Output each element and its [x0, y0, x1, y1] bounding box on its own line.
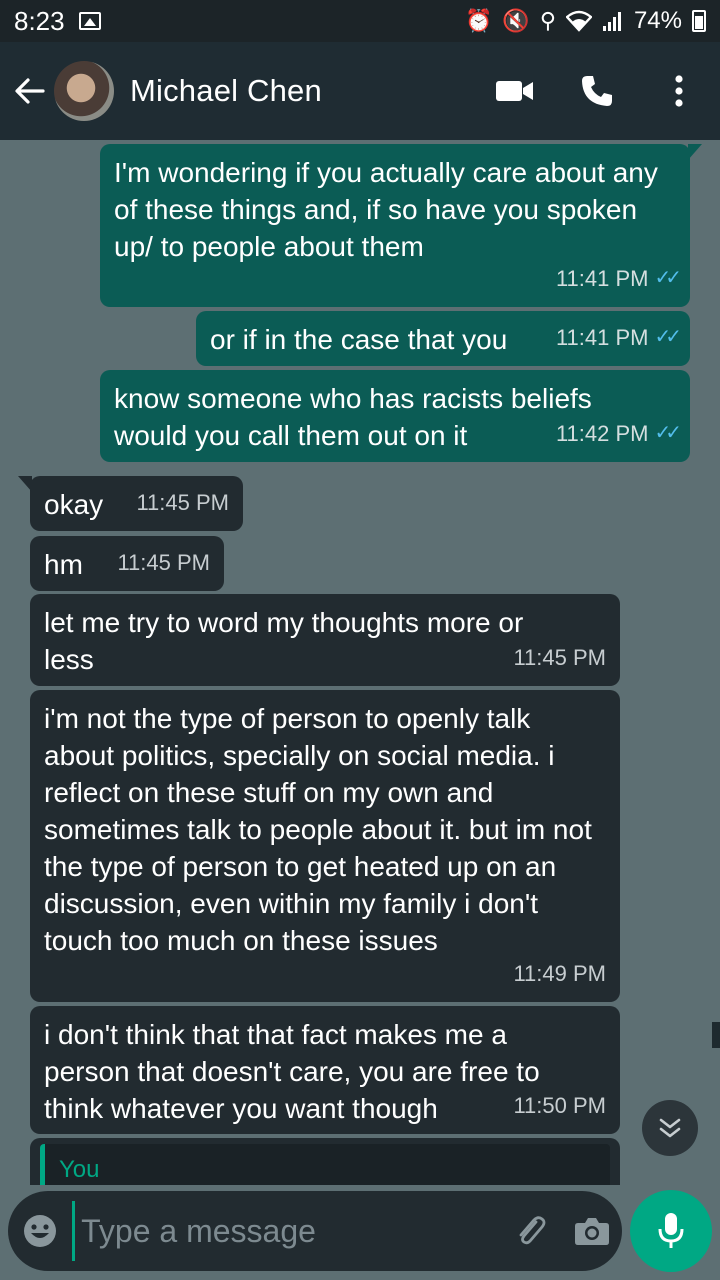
status-icons: ⏰ 🔇 ⚲ 74% — [465, 7, 706, 35]
message-time: 11:45 PM — [117, 550, 210, 575]
contact-name[interactable]: Michael Chen — [130, 73, 322, 109]
message-bubble-incoming[interactable]: i'm not the type of person to openly tal… — [30, 690, 620, 1002]
emoji-icon — [24, 1215, 57, 1247]
read-receipt-icon: ✓✓ — [654, 422, 681, 444]
header-actions — [474, 42, 720, 140]
message-text: let me try to word my thoughts more or l… — [44, 607, 524, 675]
message-time: 11:49 PM — [513, 961, 606, 986]
message-bubble-outgoing[interactable]: or if in the case that you 11:41 PM ✓✓ — [196, 311, 690, 366]
video-camera-icon — [496, 81, 533, 101]
message-time: 11:45 PM — [513, 645, 606, 670]
image-notification-icon — [78, 12, 101, 30]
quoted-message[interactable]: You — [40, 1144, 610, 1185]
quoted-reply-bubble[interactable]: You — [30, 1138, 620, 1185]
scroll-indicator[interactable] — [712, 1022, 720, 1048]
message-time: 11:41 PM — [555, 325, 649, 350]
attach-button[interactable] — [501, 1191, 561, 1271]
message-bubble-outgoing[interactable]: know someone who has racists beliefs wou… — [100, 370, 690, 462]
status-time: 8:23 — [14, 5, 65, 36]
battery-percent: 74% — [633, 7, 682, 34]
more-vertical-icon — [675, 75, 683, 107]
message-time: 11:41 PM — [555, 266, 649, 291]
message-bubble-incoming[interactable]: okay 11:45 PM — [18, 476, 243, 531]
scroll-to-bottom-button[interactable] — [642, 1100, 698, 1156]
contact-avatar[interactable] — [54, 61, 114, 121]
back-arrow-icon — [15, 78, 45, 104]
double-chevron-down-icon — [659, 1118, 681, 1138]
camera-icon — [574, 1218, 609, 1245]
video-call-button[interactable] — [474, 42, 556, 140]
message-text: i don't think that that fact makes me a … — [44, 1019, 540, 1124]
battery-icon — [692, 10, 706, 32]
read-receipt-icon: ✓✓ — [654, 326, 681, 348]
message-bubble-incoming[interactable]: i don't think that that fact makes me a … — [30, 1006, 620, 1134]
microphone-icon — [658, 1213, 684, 1248]
alarm-icon: ⏰ — [465, 8, 493, 33]
message-bubble-outgoing[interactable]: I'm wondering if you actually care about… — [100, 144, 702, 307]
message-time: 11:45 PM — [136, 490, 229, 515]
message-list[interactable]: I'm wondering if you actually care about… — [0, 140, 720, 1185]
message-bubble-incoming[interactable]: hm 11:45 PM — [30, 536, 224, 591]
message-text: i'm not the type of person to openly tal… — [44, 703, 592, 956]
read-receipt-icon: ✓✓ — [654, 267, 681, 289]
message-input[interactable] — [72, 1201, 502, 1261]
chat-header: Michael Chen — [0, 42, 720, 140]
message-composer — [8, 1191, 622, 1271]
emoji-button[interactable] — [8, 1191, 72, 1271]
message-time: 11:50 PM — [513, 1093, 606, 1118]
location-icon: ⚲ — [539, 8, 556, 33]
camera-button[interactable] — [562, 1191, 622, 1271]
phone-icon — [582, 76, 612, 106]
status-bar: 8:23 ⏰ 🔇 ⚲ 74% — [0, 0, 720, 42]
mute-icon: 🔇 — [502, 8, 530, 33]
quoted-author: You — [59, 1156, 100, 1183]
more-options-button[interactable] — [638, 42, 720, 140]
wifi-icon — [565, 10, 592, 32]
voice-message-button[interactable] — [630, 1190, 712, 1272]
message-text: I'm wondering if you actually care about… — [114, 157, 658, 262]
back-button[interactable] — [4, 42, 54, 140]
message-bubble-incoming[interactable]: let me try to word my thoughts more or l… — [30, 594, 620, 686]
signal-icon — [602, 12, 621, 31]
paperclip-icon — [519, 1216, 546, 1245]
message-time: 11:42 PM — [555, 421, 649, 446]
message-text: or if in the case that you — [210, 324, 508, 355]
voice-call-button[interactable] — [556, 42, 638, 140]
